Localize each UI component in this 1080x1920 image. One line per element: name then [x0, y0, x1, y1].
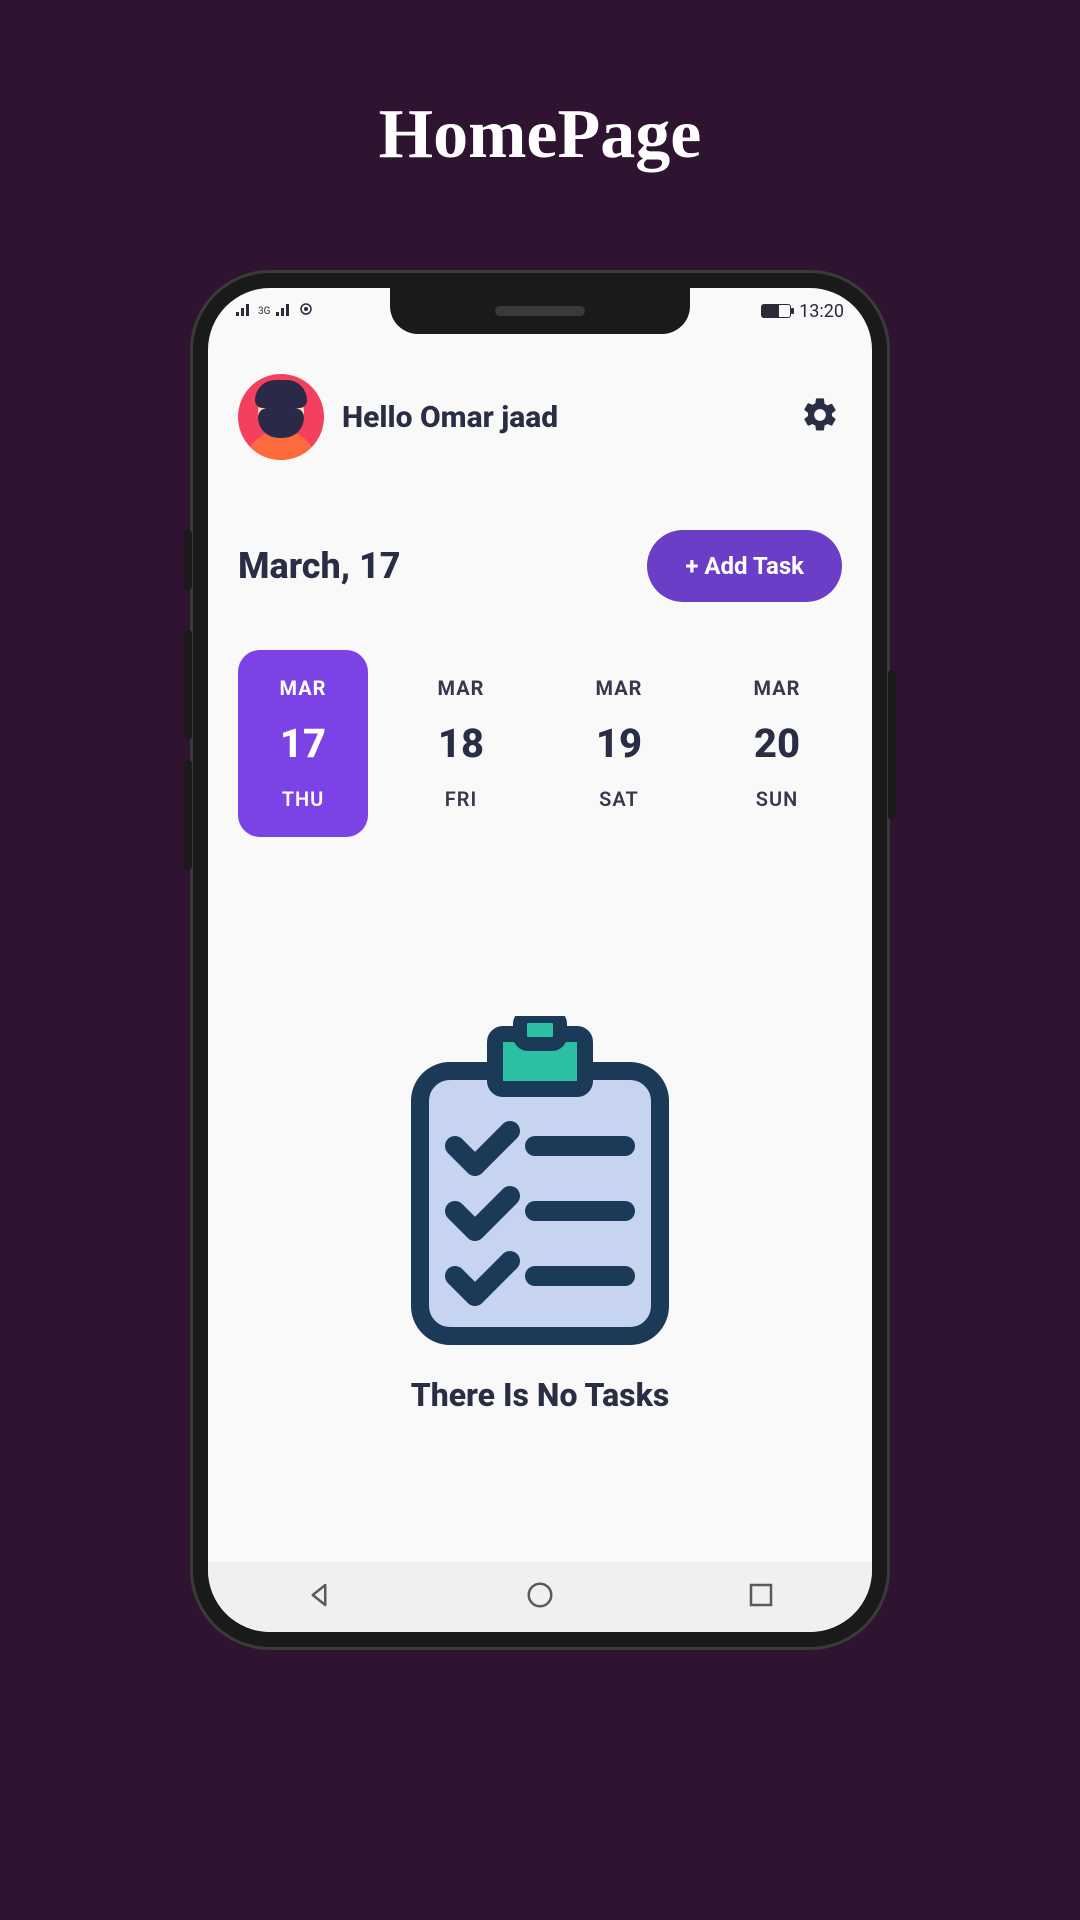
system-nav-bar — [208, 1562, 872, 1632]
header-row: Hello Omar jaad — [238, 374, 842, 460]
day-month: MAR — [404, 676, 518, 700]
signal-icon-2 — [276, 302, 292, 320]
day-number: 19 — [562, 720, 676, 767]
clipboard-icon — [400, 1016, 680, 1346]
day-card-1[interactable]: MAR 18 FRI — [396, 650, 526, 837]
add-task-button[interactable]: + Add Task — [647, 530, 842, 602]
day-card-0[interactable]: MAR 17 THU — [238, 650, 368, 837]
side-button — [184, 530, 192, 590]
day-number: 20 — [720, 720, 834, 767]
battery-icon — [761, 304, 791, 318]
nav-home-button[interactable] — [524, 1581, 556, 1613]
network-label: 3G — [258, 306, 270, 317]
settings-button[interactable] — [798, 395, 842, 439]
gear-icon — [800, 395, 840, 439]
day-month: MAR — [562, 676, 676, 700]
page-title: HomePage — [379, 95, 702, 175]
nav-back-button[interactable] — [303, 1581, 335, 1613]
square-recents-icon — [746, 1580, 776, 1614]
nav-recents-button[interactable] — [745, 1581, 777, 1613]
avatar[interactable] — [238, 374, 324, 460]
day-number: 17 — [246, 720, 360, 767]
notch — [390, 288, 690, 334]
clock-label: 13:20 — [799, 301, 844, 322]
day-weekday: SAT — [562, 787, 676, 811]
power-button — [888, 670, 896, 820]
day-card-3[interactable]: MAR 20 SUN — [712, 650, 842, 837]
day-weekday: SUN — [720, 787, 834, 811]
days-row: MAR 17 THU MAR 18 FRI MAR 19 SAT MAR 20 — [238, 650, 842, 837]
circle-home-icon — [525, 1580, 555, 1614]
current-date-label: March, 17 — [238, 545, 401, 587]
day-month: MAR — [246, 676, 360, 700]
day-card-2[interactable]: MAR 19 SAT — [554, 650, 684, 837]
screen: 3G 13:20 Hello O — [208, 288, 872, 1632]
day-weekday: FRI — [404, 787, 518, 811]
day-month: MAR — [720, 676, 834, 700]
empty-message: There Is No Tasks — [411, 1376, 670, 1414]
volume-up-button — [184, 630, 192, 740]
volume-down-button — [184, 760, 192, 870]
greeting-text: Hello Omar jaad — [342, 400, 780, 435]
phone-frame: 3G 13:20 Hello O — [190, 270, 890, 1650]
day-weekday: THU — [246, 787, 360, 811]
day-number: 18 — [404, 720, 518, 767]
signal-icon — [236, 302, 252, 320]
date-row: March, 17 + Add Task — [238, 530, 842, 602]
triangle-back-icon — [304, 1580, 334, 1614]
empty-state: There Is No Tasks — [238, 867, 842, 1562]
hotspot-icon — [298, 301, 314, 321]
